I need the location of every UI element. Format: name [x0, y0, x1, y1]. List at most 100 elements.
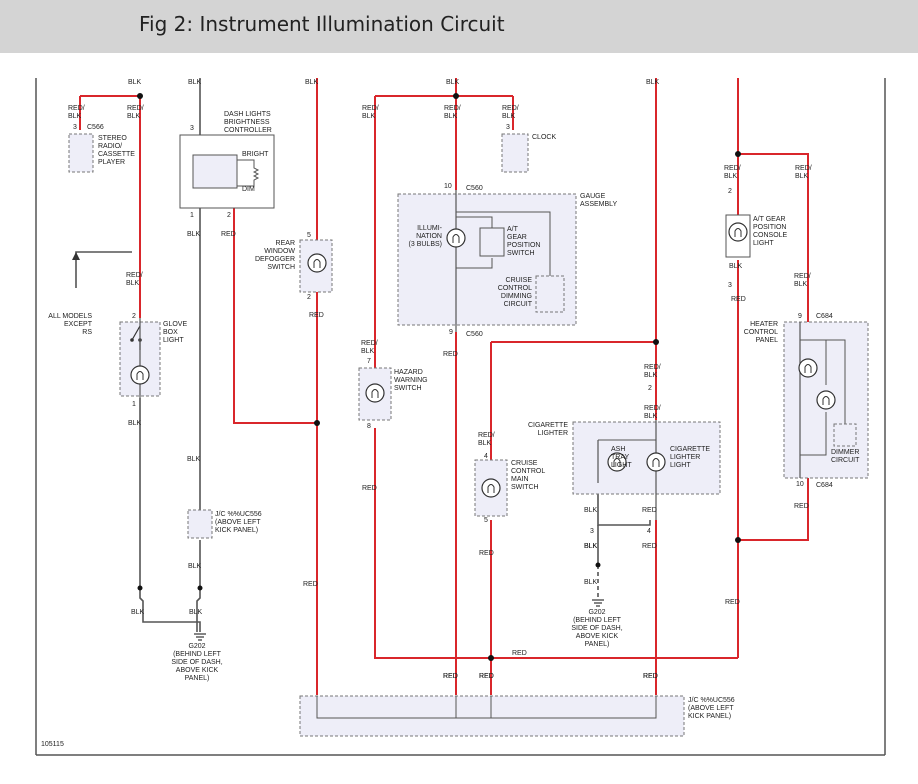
wire-label: BLK: [729, 263, 743, 270]
wire-label: RED/: [724, 165, 741, 172]
ground-left-label: SIDE OF DASH,: [171, 659, 222, 666]
stereo-radio-box: [68, 133, 94, 173]
cruise-main-label: SWITCH: [511, 484, 539, 491]
jc-bottom-box: [299, 695, 685, 737]
ground-right-label: (BEHIND LEFT: [573, 617, 622, 624]
wire-label: BLK: [189, 609, 203, 616]
wire-label: BLK: [444, 113, 458, 120]
bulb-icon: [365, 383, 385, 403]
stereo-label: PLAYER: [98, 159, 125, 166]
wire-label: RED: [642, 543, 657, 550]
wire-label: BLK: [187, 231, 201, 238]
illumination-label: ILLUMI-: [417, 225, 443, 232]
illumination-label: NATION: [416, 233, 442, 240]
wire-label: BLK: [446, 79, 460, 86]
pin-number: 3: [590, 528, 594, 535]
pin-number: 3: [190, 125, 194, 132]
pin-number: 4: [484, 453, 488, 460]
dash-controller-label: BRIGHTNESS: [224, 119, 270, 126]
connector-label: C684: [816, 313, 833, 320]
jc-bottom-label: J/C %%UC556: [688, 697, 735, 704]
wire-label: BLK: [502, 113, 516, 120]
pin-number: 4: [647, 528, 651, 535]
stereo-label: RADIO/: [98, 143, 122, 150]
rear-defogger-label: REAR: [276, 240, 295, 247]
bulb-icon: [481, 478, 501, 498]
cigarette-lighter-light-label: LIGHT: [670, 462, 691, 469]
ground-left-label: (BEHIND LEFT: [173, 651, 222, 658]
hazard-label: WARNING: [394, 377, 428, 384]
wire-label: RED: [443, 673, 458, 680]
cigarette-lighter-header: LIGHTER: [538, 430, 568, 437]
ground-left-label: ABOVE KICK: [176, 667, 219, 674]
wire-label: BLK: [131, 609, 145, 616]
hazard-label: HAZARD: [394, 369, 423, 376]
wire-label: RED/: [361, 340, 378, 347]
cruise-dimming-label: CONTROL: [498, 285, 532, 292]
wire-label: RED: [479, 673, 494, 680]
wiring-diagram: BLK BLK BLK BLK BLKRED/BLKRED/BLKRED/BLKRED/…: [35, 78, 886, 756]
wire-label: BLK: [584, 543, 598, 550]
cigarette-lighter-light-label: CIGARETTE: [670, 446, 710, 453]
clock-label: CLOCK: [532, 134, 556, 141]
wire-label: RED/: [644, 364, 661, 371]
ash-tray-label: ASH: [611, 446, 625, 453]
wire-label: RED: [309, 312, 324, 319]
dimmer-label: CIRCUIT: [831, 457, 860, 464]
heater-label: PANEL: [756, 337, 779, 344]
pin-number: 2: [728, 188, 732, 195]
dim-label: DIM: [242, 186, 255, 193]
ground-icon: [592, 599, 604, 607]
wire-label: RED/: [794, 273, 811, 280]
pin-number: 9: [798, 313, 802, 320]
at-console-label: LIGHT: [753, 240, 774, 247]
black-wires: [75, 78, 651, 632]
wire-label: BLK: [724, 173, 738, 180]
jc-bottom-label: KICK PANEL): [688, 713, 731, 720]
bulb-icon: [646, 452, 666, 472]
wire-label: BLK: [644, 372, 658, 379]
pin-number: 10: [796, 481, 804, 488]
pin-number: 3: [73, 124, 77, 131]
ash-tray-label: TRAY: [611, 454, 629, 461]
bulb-icon: [816, 390, 836, 410]
wire-label: BLK: [188, 79, 202, 86]
cigarette-lighter-light-label: LIGHTER: [670, 454, 700, 461]
wire-label: RED: [362, 485, 377, 492]
dash-controller-label: DASH LIGHTS: [224, 111, 271, 118]
cruise-dimming-label: DIMMING: [501, 293, 532, 300]
wire-label: RED: [725, 599, 740, 606]
wire-label: RED: [303, 581, 318, 588]
illumination-label: (3 BULBS): [409, 241, 442, 248]
ground-right-label: SIDE OF DASH,: [571, 625, 622, 632]
connector-label: C560: [466, 331, 483, 338]
all-models-label: EXCEPT: [64, 321, 93, 328]
glove-box-label: BOX: [163, 329, 178, 336]
wire-label: RED: [443, 351, 458, 358]
jc-left-label: J/C %%UC556: [215, 511, 262, 518]
wire-label: RED: [479, 550, 494, 557]
clock-box: [501, 133, 529, 173]
ground-right-label: G202: [588, 609, 605, 616]
bulb-icon: [307, 253, 327, 273]
wire-label: BLK: [187, 456, 201, 463]
stereo-label: CASSETTE: [98, 151, 135, 158]
jc-left-box: [187, 509, 213, 539]
wire-label: RED: [221, 231, 236, 238]
cigarette-lighter-header: CIGARETTE: [528, 422, 568, 429]
wire-label: BLK: [128, 79, 142, 86]
cruise-main-label: CONTROL: [511, 468, 545, 475]
wire-label: BLK: [126, 280, 140, 287]
jc-bottom-label: (ABOVE LEFT: [688, 705, 734, 712]
pin-number: 2: [307, 294, 311, 301]
jc-left-label: (ABOVE LEFT: [215, 519, 261, 526]
wire-label: RED/: [644, 405, 661, 412]
pin-number: 2: [132, 313, 136, 320]
jc-left-label: KICK PANEL): [215, 527, 258, 534]
pin-number: 7: [367, 358, 371, 365]
pin-number: 8: [367, 423, 371, 430]
at-switch-label: A/T: [507, 226, 519, 233]
bulb-icon: [446, 228, 466, 248]
wire-label: RED: [642, 507, 657, 514]
wire-label: RED/: [362, 105, 379, 112]
